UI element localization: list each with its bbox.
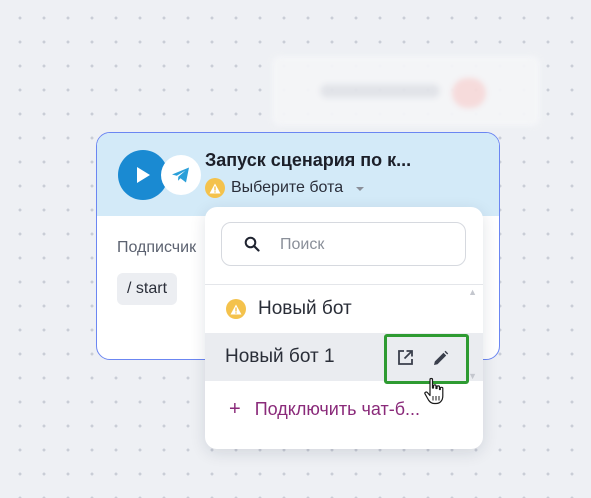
scroll-down-icon[interactable]: ▼ [468, 371, 477, 381]
bot-option-new-bot[interactable]: Новый бот [205, 285, 483, 333]
bot-option-label: Новый бот 1 [225, 346, 335, 367]
search-icon [244, 236, 260, 257]
warning-icon [205, 178, 225, 198]
subscription-label: Подписчик [117, 239, 197, 256]
search-field[interactable] [221, 222, 466, 266]
node-title: Запуск сценария по к... [205, 150, 412, 170]
chevron-down-icon [355, 179, 365, 197]
node-header: Запуск сценария по к... Выберите бота [97, 133, 499, 216]
bot-select-label: Выберите бота [231, 179, 344, 196]
bot-option-label: Новый бот [258, 298, 352, 319]
command-chip[interactable]: / start [117, 273, 178, 305]
bot-select-dropdown[interactable]: Выберите бота [205, 177, 365, 199]
open-external-icon[interactable] [397, 349, 414, 371]
warning-icon [226, 299, 246, 319]
hand-pointer-cursor [423, 377, 445, 410]
blurred-badge-placeholder [452, 78, 486, 108]
blurred-background-node [272, 56, 540, 126]
pencil-icon[interactable] [432, 350, 449, 372]
blurred-text-placeholder [320, 84, 440, 98]
connect-chatbot-label: Подключить чат-б... [254, 398, 421, 419]
telegram-icon [161, 155, 201, 195]
plus-icon: + [229, 397, 241, 420]
search-input[interactable] [278, 233, 462, 257]
bot-dropdown-menu: ▲ Новый бот Новый бот 1 ▼ + Подключить ч… [205, 207, 483, 449]
